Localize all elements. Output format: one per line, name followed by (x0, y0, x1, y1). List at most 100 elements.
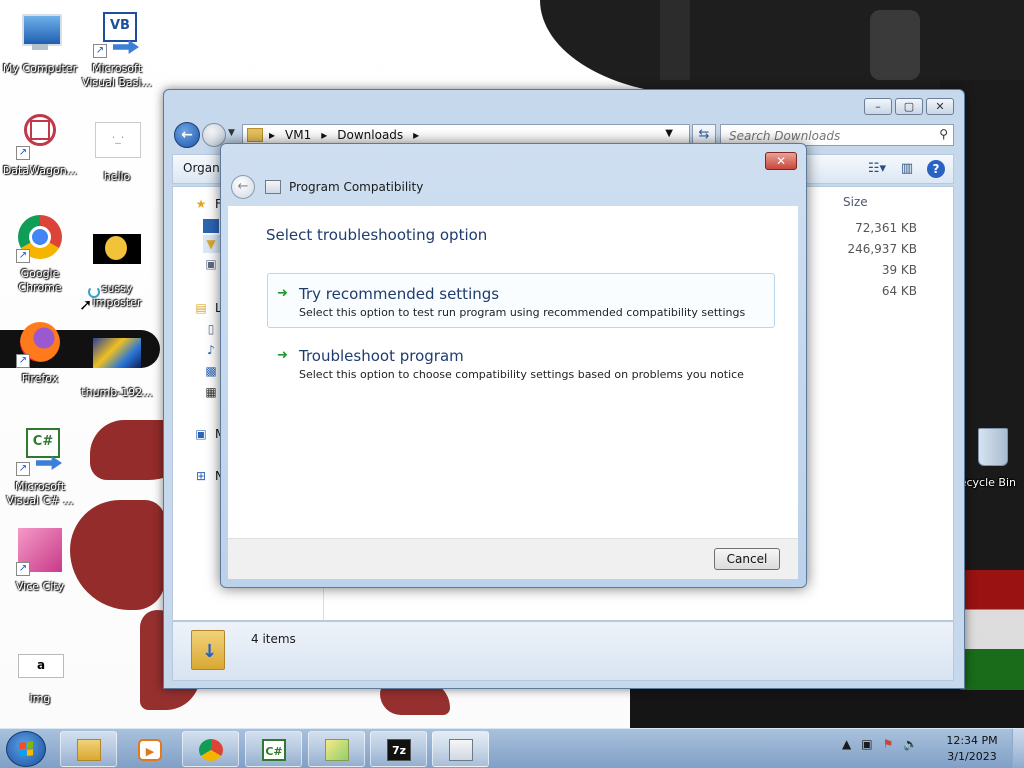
organize-button[interactable]: Organ (183, 161, 220, 175)
option-description: Select this option to choose compatibili… (299, 368, 744, 381)
wallpaper-calligraphy-red (70, 500, 165, 610)
film-icon: ▦ (205, 385, 217, 399)
green-arrow-icon: ➜ (277, 286, 288, 301)
taskbar: ▶ C# 7z ▲ ▣ ⚑ 🔈 12:34 PM 3/1/2023 (0, 728, 1024, 768)
downloads-folder-icon: ▼ (206, 237, 216, 251)
details-pane: 4 items (172, 621, 954, 681)
music-note-icon: ♪ (207, 343, 215, 357)
pictures-icon: ▩ (205, 364, 217, 378)
downloads-folder-icon (191, 630, 225, 670)
back-button[interactable]: ← (174, 122, 200, 148)
program-compatibility-dialog[interactable]: ✕ ← Program Compatibility Select trouble… (220, 143, 807, 588)
star-icon: ★ (195, 197, 207, 211)
visual-csharp-icon: C# (262, 739, 286, 761)
breadcrumb-separator-icon[interactable]: ▸ (269, 128, 275, 142)
option-description: Select this option to test run program u… (299, 306, 746, 319)
column-header-size[interactable]: Size (843, 195, 868, 209)
busy-spinner-icon (88, 286, 100, 298)
help-icon[interactable]: ? (927, 160, 945, 178)
chrome-icon: ↗ (16, 215, 64, 263)
documents-icon: ▯ (207, 322, 215, 336)
shortcut-arrow-icon: ↗ (16, 354, 30, 368)
program-compatibility-icon (449, 739, 473, 761)
wallpaper-strap (870, 10, 920, 80)
desktop-icon-img[interactable]: a img (0, 640, 80, 706)
desktop-icon-visual-csharp[interactable]: C# ↗ Microsoft Visual C# ... (0, 428, 80, 508)
dialog-header: ← Program Compatibility (231, 174, 423, 200)
option-title: Try recommended settings (299, 285, 500, 303)
recent-places-icon: ▣ (205, 257, 217, 271)
view-controls: ☷▾ ▥ ? (867, 159, 945, 179)
system-clock[interactable]: 12:34 PM 3/1/2023 (940, 733, 1004, 765)
cancel-button[interactable]: Cancel (714, 548, 780, 570)
mouse-pointer-icon: ➚ (79, 295, 93, 314)
desktop-icon-vice-city[interactable]: ↗ Vice City (0, 528, 80, 594)
vice-city-icon: ↗ (16, 528, 64, 576)
green-arrow-icon: ➜ (277, 348, 288, 363)
taskbar-app-chrome[interactable] (182, 731, 239, 767)
breadcrumb-separator-icon[interactable]: ▸ (321, 128, 327, 142)
file-size-cell: 39 KB (881, 263, 917, 277)
chrome-icon (199, 739, 223, 761)
dialog-close-button[interactable]: ✕ (765, 152, 797, 170)
recycle-bin-icon (960, 424, 1008, 472)
desktop-icon-firefox[interactable]: ↗ Firefox (0, 320, 80, 386)
dialog-heading: Select troubleshooting option (266, 226, 488, 244)
image-file-icon (93, 230, 141, 278)
recent-pages-dropdown-icon[interactable]: ▼ (228, 128, 238, 138)
clock-time: 12:34 PM (946, 734, 998, 747)
dialog-back-button[interactable]: ← (231, 175, 255, 199)
close-button[interactable]: ✕ (926, 98, 954, 115)
action-center-flag-icon[interactable]: ⚑ (883, 737, 894, 751)
maximize-button[interactable]: ▢ (895, 98, 923, 115)
preview-pane-icon[interactable]: ▥ (897, 159, 917, 179)
shortcut-arrow-icon: ↗ (16, 462, 30, 476)
search-icon[interactable]: ⚲ (939, 127, 948, 141)
show-hidden-icons-icon[interactable]: ▲ (842, 737, 851, 751)
taskbar-app-desktop-folder[interactable] (308, 731, 365, 767)
option-try-recommended-settings[interactable]: ➜ Try recommended settings Select this o… (267, 273, 775, 328)
wallpaper-rifle (660, 0, 690, 80)
shortcut-arrow-icon: ↗ (16, 562, 30, 576)
computer-icon: ▣ (195, 427, 207, 441)
dialog-footer: Cancel (228, 538, 798, 579)
clock-date: 3/1/2023 (947, 750, 997, 763)
address-dropdown-icon[interactable]: ▼ (665, 128, 673, 139)
7zip-icon: 7z (387, 739, 411, 761)
desktop-icon-my-computer[interactable]: My Computer (0, 10, 80, 76)
desktop-icon-datawagon[interactable]: ↗ DataWagon... (0, 107, 80, 178)
show-desktop-button[interactable] (1012, 729, 1024, 768)
shortcut-arrow-icon: ↗ (16, 146, 30, 160)
taskbar-app-media-player[interactable]: ▶ (121, 731, 178, 767)
option-troubleshoot-program[interactable]: ➜ Troubleshoot program Select this optio… (267, 335, 775, 390)
image-file-icon: ·_· (93, 118, 141, 166)
program-compatibility-icon (265, 180, 281, 194)
desktop-icon-thumb[interactable]: thumb-192... (77, 334, 157, 400)
change-view-icon[interactable]: ☷▾ (867, 159, 887, 179)
taskbar-app-explorer[interactable] (60, 731, 117, 767)
taskbar-app-program-compatibility[interactable] (432, 731, 489, 767)
shortcut-arrow-icon: ↗ (16, 249, 30, 263)
datawagon-icon: ↗ (16, 107, 64, 160)
dialog-title: Program Compatibility (289, 180, 424, 194)
network-icon: ⊞ (195, 469, 207, 483)
folder-icon (77, 739, 101, 761)
breadcrumb-separator-icon[interactable]: ▸ (413, 128, 419, 142)
item-count: 4 items (251, 632, 296, 646)
firefox-icon: ↗ (16, 320, 64, 368)
windows-logo-icon (19, 741, 33, 757)
breadcrumb-item-downloads[interactable]: Downloads (337, 128, 403, 142)
minimize-button[interactable]: – (864, 98, 892, 115)
file-size-cell: 246,937 KB (847, 242, 917, 256)
start-button[interactable] (6, 731, 46, 767)
desktop-icon-google-chrome[interactable]: ↗ Google Chrome (0, 215, 80, 295)
taskbar-app-7zip[interactable]: 7z (370, 731, 427, 767)
desktop-icon-visual-basic[interactable]: VB ↗ Microsoft Visual Basi... (77, 10, 157, 90)
computer-icon (16, 10, 64, 58)
desktop-icon-hello[interactable]: ·_· hello (77, 118, 157, 184)
desktop-icon (203, 219, 219, 233)
volume-icon[interactable]: 🔈 (903, 737, 918, 751)
breadcrumb-item-vm1[interactable]: VM1 (285, 128, 311, 142)
taskbar-app-visual-csharp[interactable]: C# (245, 731, 302, 767)
network-icon[interactable]: ▣ (861, 737, 872, 751)
